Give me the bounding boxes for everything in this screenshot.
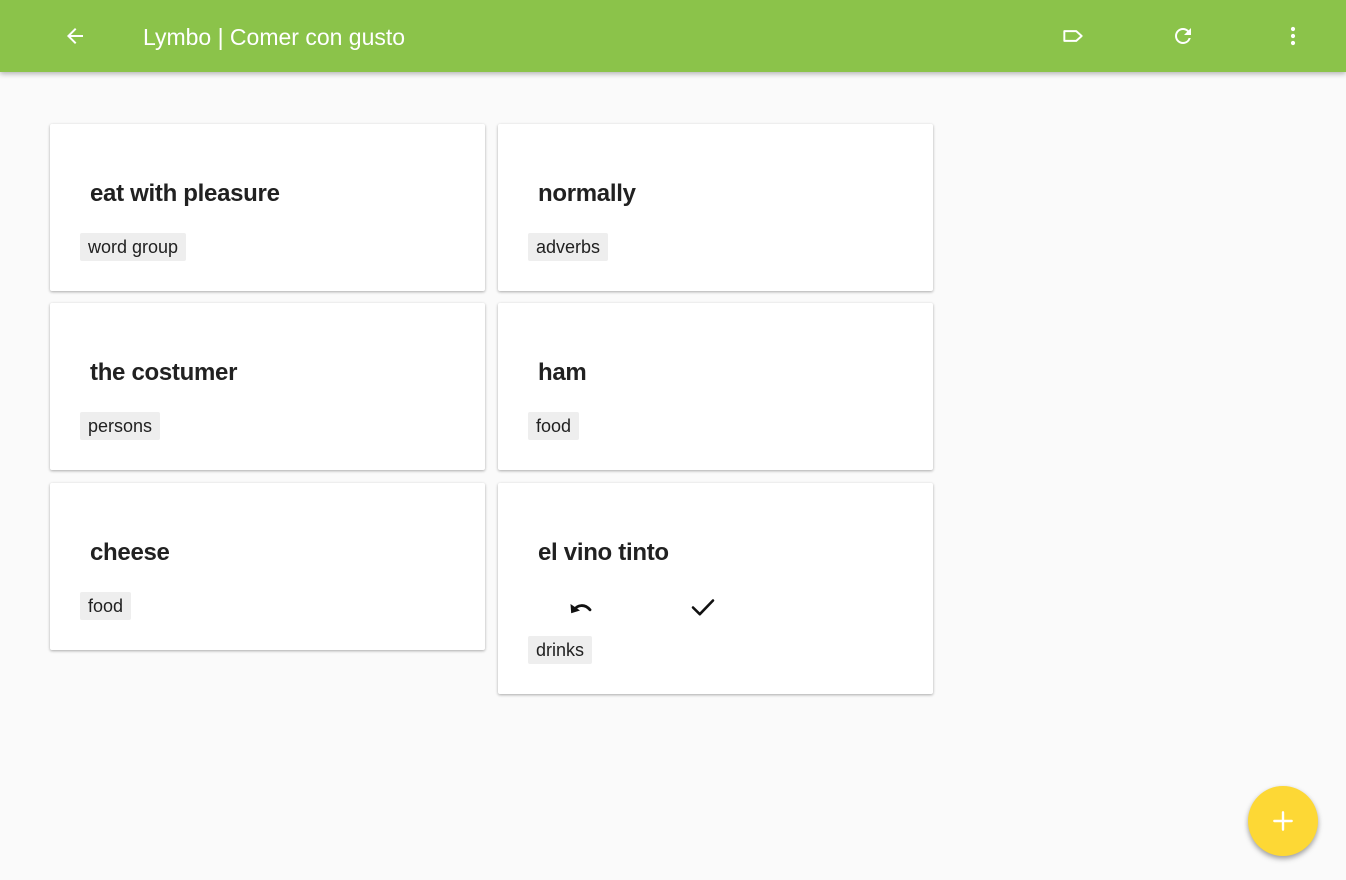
card-tag[interactable]: drinks [528, 636, 593, 664]
stack-card[interactable]: normally adverbs [498, 124, 933, 291]
app-toolbar: Lymbo | Comer con gusto [0, 0, 1346, 72]
stack-card[interactable]: the costumer persons [50, 303, 485, 470]
check-button[interactable] [688, 595, 718, 619]
stack-card[interactable]: cheese food [50, 483, 485, 650]
refresh-icon [1175, 28, 1191, 44]
stack-card[interactable]: ham food [498, 303, 933, 470]
card-tag[interactable]: food [80, 592, 132, 620]
more-options-button[interactable] [1271, 14, 1315, 58]
refresh-button[interactable] [1161, 14, 1205, 58]
more-vert-icon [1290, 26, 1296, 46]
card-word: el vino tinto [538, 539, 669, 566]
plus-icon [1273, 811, 1293, 831]
card-tag[interactable]: word group [80, 233, 187, 261]
stack-card[interactable]: el vino tinto drinks [498, 483, 933, 694]
undo-button[interactable] [567, 595, 597, 619]
card-tag[interactable]: adverbs [528, 233, 609, 261]
check-icon [691, 599, 715, 616]
card-tag[interactable]: food [528, 412, 580, 440]
card-word: eat with pleasure [90, 180, 280, 207]
arrow-left-icon [67, 28, 83, 44]
card-word: cheese [90, 539, 170, 566]
undo-icon [570, 604, 592, 614]
card-tag[interactable]: persons [80, 412, 161, 440]
card-word: the costumer [90, 359, 238, 386]
add-card-button[interactable] [1248, 786, 1318, 856]
back-button[interactable] [53, 14, 97, 58]
label-outline-icon [1063, 30, 1083, 42]
card-word: normally [538, 180, 636, 207]
tag-filter-button[interactable] [1051, 14, 1095, 58]
card-word: ham [538, 359, 587, 386]
stack-card[interactable]: eat with pleasure word group [50, 124, 485, 291]
page-title: Lymbo | Comer con gusto [143, 24, 406, 50]
